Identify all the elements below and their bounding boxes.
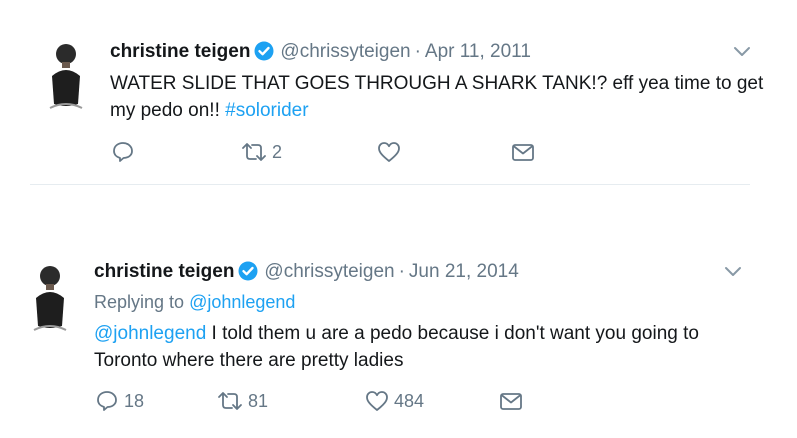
retweet-button[interactable]: 2	[240, 137, 282, 167]
tweet[interactable]: christine teigen @chrissyteigen · Jun 21, …	[0, 240, 797, 438]
reply-button[interactable]: 18	[94, 386, 144, 416]
tweet-date[interactable]: Apr 11, 2011	[425, 41, 531, 62]
tweet-actions: 18 81 484	[94, 386, 734, 416]
retweet-button[interactable]: 81	[216, 386, 268, 416]
heart-icon	[378, 142, 400, 162]
tweet-text: WATER SLIDE THAT GOES THROUGH A SHARK TA…	[110, 70, 770, 124]
reply-count: 18	[124, 390, 145, 411]
tweet-date[interactable]: Jun 21, 2014	[409, 261, 519, 282]
tweet-text: @johnlegend I told them u are a pedo bec…	[94, 320, 754, 374]
verified-badge-icon	[238, 261, 258, 281]
envelope-icon	[500, 393, 522, 410]
reply-icon	[97, 391, 117, 411]
direct-message-button[interactable]	[498, 386, 524, 416]
tweet-body: WATER SLIDE THAT GOES THROUGH A SHARK TA…	[110, 73, 764, 121]
tweet-divider	[30, 184, 750, 185]
like-button[interactable]	[376, 137, 406, 167]
chevron-down-icon[interactable]	[733, 46, 751, 58]
replying-to-label: Replying to	[94, 292, 190, 312]
mention-link[interactable]: @johnlegend	[94, 323, 206, 344]
chevron-down-icon[interactable]	[724, 266, 742, 278]
display-name[interactable]: christine teigen	[94, 261, 234, 282]
retweet-icon	[242, 143, 266, 161]
tweet-actions: 2	[110, 137, 750, 167]
hashtag-link[interactable]: #solorider	[225, 100, 308, 121]
tweet[interactable]: christine teigen @chrissyteigen · Apr 11, …	[0, 0, 797, 185]
reply-button[interactable]	[110, 137, 140, 167]
user-handle[interactable]: @chrissyteigen	[264, 261, 394, 282]
separator-dot: ·	[398, 261, 405, 282]
user-handle[interactable]: @chrissyteigen	[280, 41, 410, 62]
direct-message-button[interactable]	[510, 137, 536, 167]
tweet-header: christine teigen @chrissyteigen · Jun 21, …	[94, 260, 519, 284]
retweet-icon	[218, 392, 242, 410]
separator-dot: ·	[414, 41, 421, 62]
replying-to-link[interactable]: @johnlegend	[189, 292, 295, 312]
like-count: 484	[394, 390, 425, 411]
replying-to-line: Replying to @johnlegend	[94, 290, 295, 314]
heart-icon	[366, 391, 388, 411]
like-button[interactable]: 484	[364, 386, 424, 416]
retweet-count: 2	[272, 141, 283, 162]
avatar[interactable]	[44, 42, 88, 112]
retweet-count: 81	[248, 390, 269, 411]
tweet-header: christine teigen @chrissyteigen · Apr 11, …	[110, 40, 531, 64]
reply-icon	[113, 142, 133, 162]
verified-badge-icon	[254, 41, 274, 61]
display-name[interactable]: christine teigen	[110, 41, 250, 62]
avatar[interactable]	[28, 264, 72, 334]
envelope-icon	[512, 144, 534, 161]
